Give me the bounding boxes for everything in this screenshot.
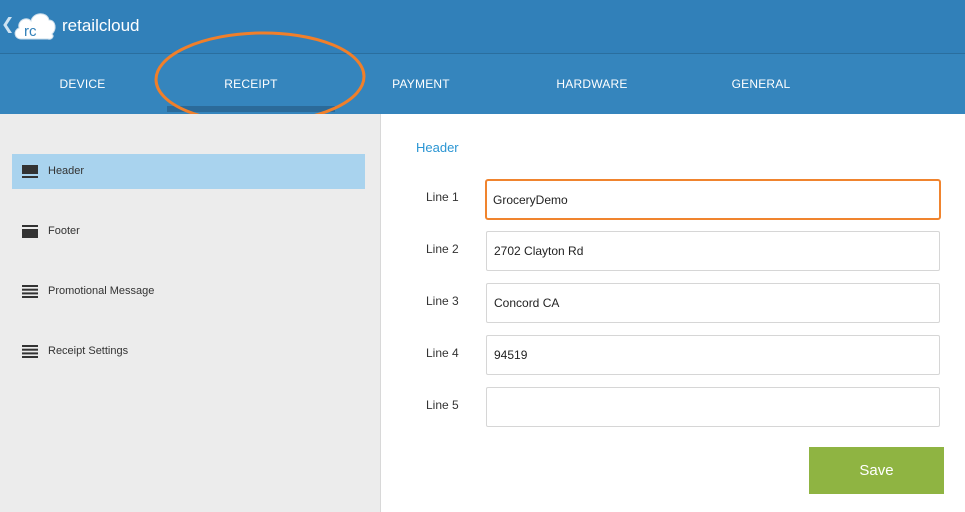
sidebar-item-footer[interactable]: Footer: [12, 214, 365, 249]
sidebar-item-receipt-settings[interactable]: Receipt Settings: [12, 334, 365, 369]
footer-icon: [22, 225, 38, 238]
sidebar: Header Footer Promotional Message Receip…: [0, 114, 381, 512]
tab-hardware[interactable]: HARDWARE: [507, 54, 677, 114]
lines-icon: [22, 345, 38, 358]
sidebar-item-label: Header: [48, 165, 85, 177]
line-4-label: Line 4: [426, 346, 459, 360]
lines-icon: [22, 285, 38, 298]
tab-receipt[interactable]: RECEIPT: [167, 54, 335, 114]
tab-general[interactable]: GENERAL: [677, 54, 845, 114]
line-4-input[interactable]: [486, 335, 940, 375]
back-chevron-icon[interactable]: ❮: [1, 17, 14, 33]
line-1-input[interactable]: [485, 179, 941, 220]
sidebar-item-promotional-message[interactable]: Promotional Message: [12, 274, 365, 309]
line-3-input[interactable]: [486, 283, 940, 323]
header-icon: [22, 165, 38, 178]
line-5-input[interactable]: [486, 387, 940, 427]
active-tab-indicator: [167, 106, 335, 112]
line-3-label: Line 3: [426, 294, 459, 308]
tab-bar: DEVICE RECEIPT PAYMENT HARDWARE GENERAL: [0, 53, 965, 114]
line-2-input[interactable]: [486, 231, 940, 271]
logo-text: rc: [24, 23, 37, 40]
sidebar-item-label: Promotional Message: [48, 285, 155, 297]
line-2-label: Line 2: [426, 242, 459, 256]
sidebar-item-header[interactable]: Header: [12, 154, 365, 189]
top-bar: ❮ rc retailcloud: [0, 0, 965, 53]
line-1-label: Line 1: [426, 190, 459, 204]
section-title: Header: [416, 140, 459, 155]
retailcloud-logo: rc: [14, 13, 56, 40]
app-title: retailcloud: [62, 16, 140, 35]
sidebar-item-label: Receipt Settings: [48, 345, 129, 357]
line-5-label: Line 5: [426, 398, 459, 412]
tab-payment[interactable]: PAYMENT: [337, 54, 505, 114]
tab-device[interactable]: DEVICE: [0, 54, 165, 114]
sidebar-item-label: Footer: [48, 225, 80, 237]
save-button[interactable]: Save: [809, 447, 944, 494]
